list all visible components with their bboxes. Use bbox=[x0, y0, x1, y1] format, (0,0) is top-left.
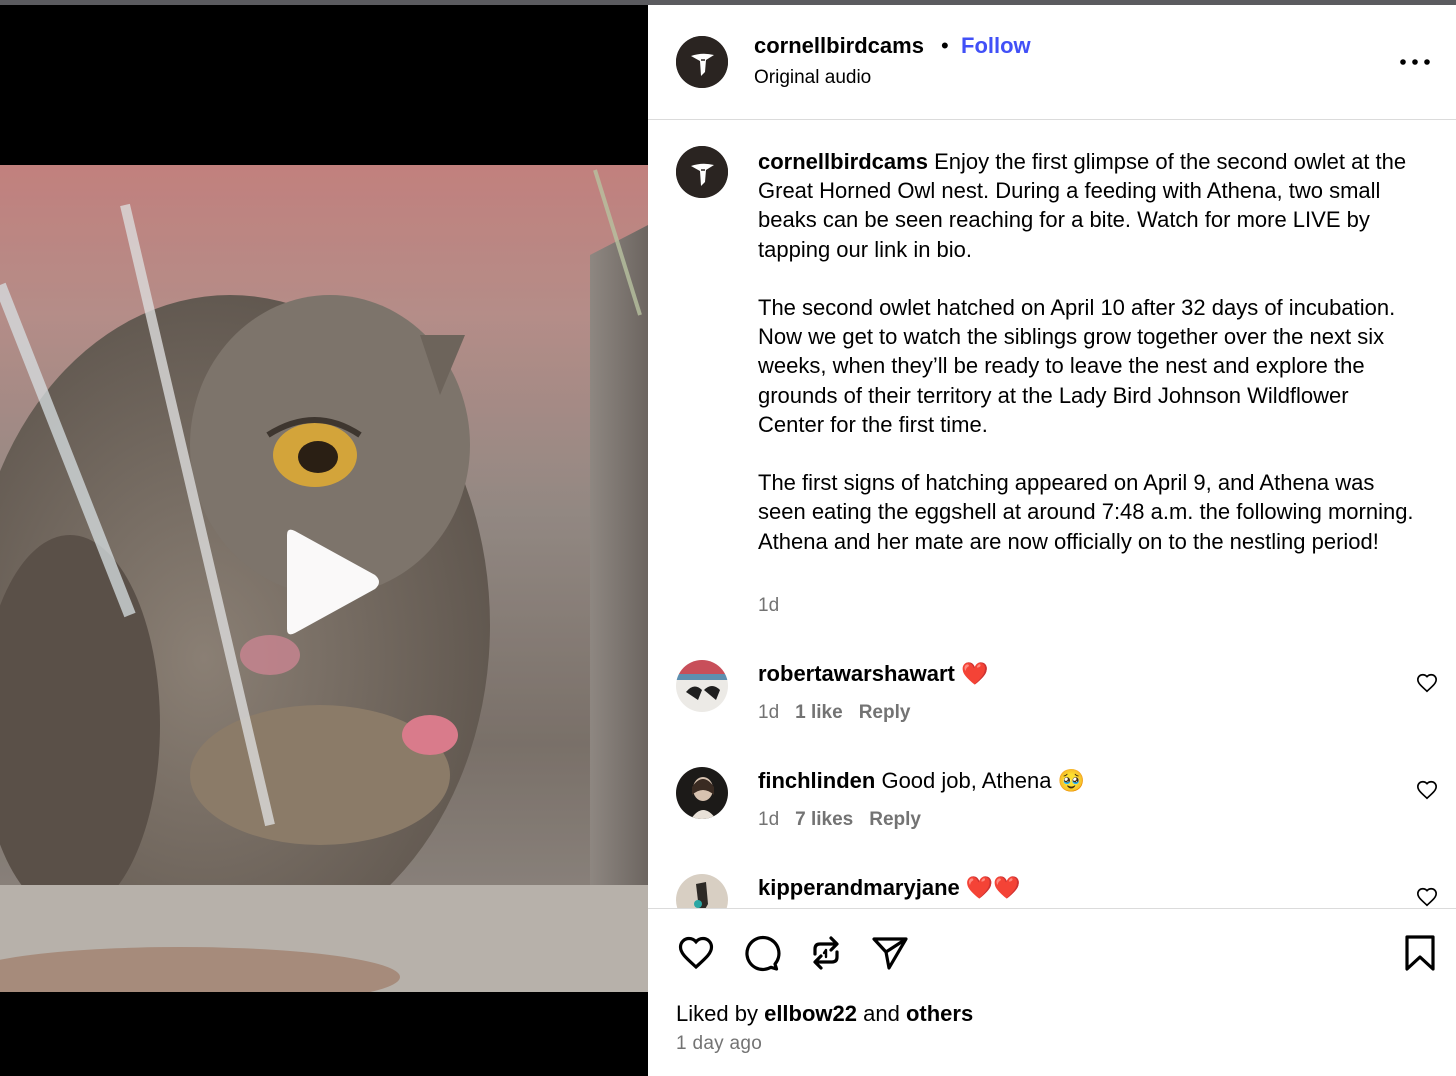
caption-timestamp[interactable]: 1d bbox=[758, 595, 779, 617]
comment-item: robertawarshawart ❤️ 1d 1 like Reply bbox=[648, 660, 1456, 750]
follow-button[interactable]: Follow bbox=[961, 33, 1031, 59]
cornell-lab-logo-icon bbox=[676, 146, 728, 198]
comment-time[interactable]: 1d bbox=[758, 809, 779, 830]
bookmark-icon[interactable] bbox=[1400, 933, 1440, 973]
post-actions-bar: Liked by ellbow22 and others 1 day ago bbox=[648, 908, 1456, 1076]
post-header: cornellbirdcams • Follow Original audio bbox=[648, 5, 1456, 120]
liked-by-user[interactable]: ellbow22 bbox=[764, 1001, 857, 1026]
liked-by-prefix: Liked by bbox=[676, 1001, 758, 1026]
profile-avatar[interactable] bbox=[676, 36, 728, 88]
cornell-lab-logo-icon bbox=[676, 36, 728, 88]
comment-emoji: ❤️❤️ bbox=[965, 876, 1021, 901]
heart-icon[interactable] bbox=[676, 933, 716, 973]
caption-avatar[interactable] bbox=[676, 146, 728, 198]
comment-emoji: ❤️ bbox=[960, 662, 989, 687]
heart-icon[interactable] bbox=[1416, 672, 1438, 694]
caption-body: Enjoy the first glimpse of the second ow… bbox=[758, 149, 1414, 554]
media-pane bbox=[0, 5, 648, 1076]
audio-label[interactable]: Original audio bbox=[754, 67, 871, 89]
comment-likes[interactable]: 1 like bbox=[795, 702, 843, 723]
comment-meta: 1d 7 likes Reply bbox=[758, 809, 937, 831]
post-time-ago[interactable]: 1 day ago bbox=[676, 1033, 762, 1055]
comment-line: finchlinden Good job, Athena 🥹 bbox=[758, 768, 1085, 794]
caption-text: cornellbirdcams Enjoy the first glimpse … bbox=[758, 147, 1418, 556]
commenter-avatar[interactable] bbox=[676, 874, 728, 908]
separator-dot: • bbox=[941, 33, 949, 58]
comment-text: Good job, Athena bbox=[881, 768, 1052, 793]
comment-username[interactable]: robertawarshawart bbox=[758, 661, 955, 686]
commenter-avatar[interactable] bbox=[676, 767, 728, 819]
comment-username[interactable]: finchlinden bbox=[758, 768, 875, 793]
send-icon[interactable] bbox=[870, 933, 910, 973]
caption-username[interactable]: cornellbirdcams bbox=[758, 149, 928, 174]
comment-username[interactable]: kipperandmaryjane bbox=[758, 875, 960, 900]
liked-by-and: and bbox=[863, 1001, 900, 1026]
reply-button[interactable]: Reply bbox=[869, 809, 921, 830]
video-player[interactable] bbox=[0, 165, 648, 992]
post-side-panel: cornellbirdcams • Follow Original audio … bbox=[648, 5, 1456, 1076]
comment-item: finchlinden Good job, Athena 🥹 1d 7 likes… bbox=[648, 767, 1456, 857]
comment-icon[interactable] bbox=[741, 933, 781, 973]
comment-emoji: 🥹 bbox=[1057, 769, 1086, 794]
commenter-avatar[interactable] bbox=[676, 660, 728, 712]
play-icon[interactable] bbox=[277, 527, 387, 637]
post-author-username[interactable]: cornellbirdcams bbox=[754, 33, 924, 59]
comment-item: kipperandmaryjane ❤️❤️ bbox=[648, 874, 1456, 908]
comment-line: robertawarshawart ❤️ bbox=[758, 661, 988, 687]
comment-time[interactable]: 1d bbox=[758, 702, 779, 723]
liked-by-summary: Liked by ellbow22 and others bbox=[676, 1001, 973, 1027]
heart-icon[interactable] bbox=[1416, 779, 1438, 801]
comment-likes[interactable]: 7 likes bbox=[795, 809, 853, 830]
repost-icon[interactable] bbox=[806, 933, 846, 973]
liked-by-others[interactable]: others bbox=[906, 1001, 973, 1026]
comments-scroll-area[interactable]: cornellbirdcams Enjoy the first glimpse … bbox=[648, 121, 1456, 908]
more-options-icon[interactable] bbox=[1395, 47, 1435, 77]
heart-icon[interactable] bbox=[1416, 886, 1438, 908]
reply-button[interactable]: Reply bbox=[859, 702, 911, 723]
comment-meta: 1d 1 like Reply bbox=[758, 702, 926, 724]
comment-line: kipperandmaryjane ❤️❤️ bbox=[758, 875, 1021, 901]
